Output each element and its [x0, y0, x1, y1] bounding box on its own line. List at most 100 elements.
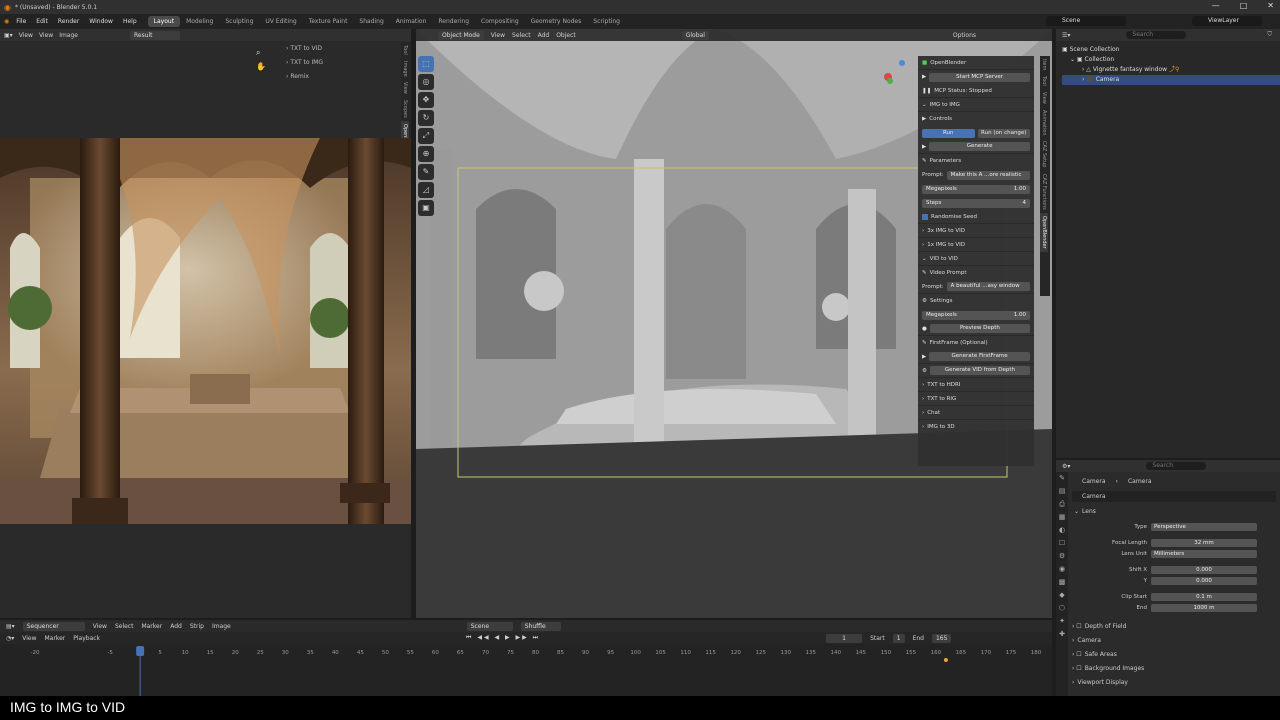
menu-render[interactable]: Render	[53, 18, 84, 25]
vp-menu-select[interactable]: Select	[512, 32, 531, 39]
measure-tool-icon[interactable]: ◿	[418, 182, 434, 198]
tl-menu-playback[interactable]: Playback	[73, 635, 100, 642]
playhead-handle[interactable]	[136, 646, 145, 656]
section-img-to-3d[interactable]: › IMG to 3D	[918, 420, 1034, 434]
seq-menu-image[interactable]: Image	[212, 623, 231, 630]
viewlayer-selector[interactable]: ViewLayer	[1192, 16, 1262, 26]
viewport-options[interactable]: Options	[953, 32, 976, 39]
image-datablock[interactable]: Result	[129, 30, 180, 40]
transform-tool-icon[interactable]: ⊕	[418, 146, 434, 162]
add-cube-tool-icon[interactable]: ▣	[418, 200, 434, 216]
generate-firstframe-button[interactable]: Generate FirstFrame	[929, 352, 1030, 361]
tab-shading[interactable]: Shading	[353, 16, 389, 27]
playback-controls[interactable]: ⏮ ◀◀ ◀ ▶ ▶▶ ⏭	[466, 634, 540, 642]
move-tool-icon[interactable]: ✥	[418, 92, 434, 108]
tab-image[interactable]: Image	[401, 58, 409, 80]
section-1x-img-to-vid[interactable]: › 1x IMG to VID	[918, 238, 1034, 252]
object-mode-dropdown[interactable]: Object Mode	[438, 30, 484, 40]
vid-prompt-field[interactable]: A beautiful ...asy window	[946, 282, 1030, 291]
section-txt-to-hdri[interactable]: › TXT to HDRI	[918, 378, 1034, 392]
menu-help[interactable]: Help	[118, 18, 142, 25]
pan-hand-icon[interactable]: ✋	[256, 62, 266, 71]
seq-scene-selector[interactable]: Scene	[466, 621, 513, 631]
vp-menu-object[interactable]: Object	[556, 32, 576, 39]
side-item-txt-to-vid[interactable]: › TXT to VID	[276, 42, 394, 56]
run-button[interactable]: Run	[922, 128, 975, 138]
timeline-type-icon[interactable]: ◔▾	[6, 635, 14, 642]
tab-compositing[interactable]: Compositing	[475, 16, 525, 27]
filter-icon[interactable]: ⛉	[1267, 31, 1272, 39]
keyframe-marker[interactable]	[943, 658, 948, 662]
menu-edit[interactable]: Edit	[31, 18, 53, 25]
outliner-collection[interactable]: ⌄ ▣ Collection	[1062, 55, 1280, 65]
minimize-button[interactable]: —	[1212, 1, 1220, 10]
clip-start-field[interactable]: 0.1 m	[1151, 592, 1257, 601]
outliner-scene-collection[interactable]: ▣ Scene Collection	[1062, 45, 1280, 55]
randomise-checkbox[interactable]	[922, 213, 928, 220]
seq-menu-add[interactable]: Add	[170, 623, 182, 630]
blender-menu-icon[interactable]: ◉	[4, 18, 9, 25]
image-menu-image[interactable]: Image	[59, 32, 78, 39]
section-txt-to-rig[interactable]: › TXT to RIG	[918, 392, 1034, 406]
section-bg-images[interactable]: › ☐ Background Images	[1072, 663, 1276, 674]
vp-tab-caz-setup[interactable]: CAZ Setup	[1040, 138, 1048, 170]
tl-menu-view[interactable]: View	[22, 635, 36, 642]
lens-section[interactable]: ⌄ Lens	[1072, 506, 1276, 517]
orientation-dropdown[interactable]: Global	[681, 30, 709, 40]
tab-view[interactable]: View	[401, 79, 409, 97]
vp-menu-add[interactable]: Add	[538, 32, 550, 39]
outliner-search[interactable]: Search	[1126, 31, 1187, 39]
timeline-ruler[interactable]: -20-515101520253035404550556065707580859…	[0, 644, 1052, 696]
tab-uv-editing[interactable]: UV Editing	[259, 16, 302, 27]
clip-end-field[interactable]: 1000 m	[1151, 603, 1257, 612]
annotate-tool-icon[interactable]: ✎	[418, 164, 434, 180]
vp-tab-tool[interactable]: Tool	[1040, 73, 1048, 89]
section-img-to-img[interactable]: ⌄ IMG to IMG	[918, 98, 1034, 112]
zoom-icon[interactable]: ⌕	[256, 48, 260, 58]
scene-selector[interactable]: Scene	[1046, 16, 1126, 26]
section-dof[interactable]: › ☐ Depth of Field	[1072, 621, 1276, 632]
menu-window[interactable]: Window	[84, 18, 118, 25]
side-item-txt-to-img[interactable]: › TXT to IMG	[276, 56, 394, 70]
scale-tool-icon[interactable]: ⤢	[418, 128, 434, 144]
tab-texture-paint[interactable]: Texture Paint	[303, 16, 354, 27]
outliner-object-vignette[interactable]: › △ Vignette fantasy window ⤴⚲	[1062, 65, 1280, 75]
section-camera[interactable]: › Camera	[1072, 635, 1276, 646]
tl-menu-marker[interactable]: Marker	[45, 635, 66, 642]
outliner-type-icon[interactable]: ☰▾	[1062, 32, 1070, 39]
end-frame-field[interactable]: 165	[931, 633, 952, 643]
tab-tool[interactable]: Tool	[401, 42, 409, 58]
seq-menu-marker[interactable]: Marker	[141, 623, 162, 630]
steps-slider[interactable]: Steps 4	[922, 198, 1030, 208]
editor-type-icon[interactable]: ▣▾	[4, 32, 13, 39]
generate-vid-depth-button[interactable]: Generate VID from Depth	[929, 366, 1030, 375]
side-item-remix[interactable]: › Remix	[276, 70, 394, 84]
start-mcp-button[interactable]: Start MCP Server	[929, 72, 1030, 82]
seq-menu-select[interactable]: Select	[115, 623, 134, 630]
section-chat[interactable]: › Chat	[918, 406, 1034, 420]
tab-scopes[interactable]: Scopes	[401, 97, 409, 121]
vid-megapixels-slider[interactable]: Megapixels 1.00	[922, 310, 1030, 320]
vp-tab-animation[interactable]: Animation	[1040, 107, 1048, 139]
tab-scripting[interactable]: Scripting	[587, 16, 626, 27]
tab-layout[interactable]: Layout	[147, 16, 181, 27]
rotate-tool-icon[interactable]: ↻	[418, 110, 434, 126]
shuffle-dropdown[interactable]: Shuffle	[520, 621, 561, 631]
tab-geometry-nodes[interactable]: Geometry Nodes	[525, 16, 588, 27]
vp-tab-openblender[interactable]: OpenBlender	[1040, 212, 1048, 252]
section-viewport-display[interactable]: › Viewport Display	[1072, 677, 1276, 688]
section-vid-to-vid[interactable]: ⌄ VID to VID	[918, 252, 1034, 266]
generate-button[interactable]: Generate	[929, 142, 1030, 151]
maximize-button[interactable]: □	[1240, 1, 1248, 10]
megapixels-slider[interactable]: Megapixels 1.00	[922, 184, 1030, 194]
select-tool-icon[interactable]: ⬚	[418, 56, 434, 72]
section-3x-img-to-vid[interactable]: › 3x IMG to VID	[918, 224, 1034, 238]
tab-animation[interactable]: Animation	[390, 16, 433, 27]
focal-field[interactable]: 32 mm	[1151, 538, 1257, 547]
tab-rendering[interactable]: Rendering	[432, 16, 475, 27]
image-menu-view2[interactable]: View	[39, 32, 53, 39]
menu-file[interactable]: File	[11, 18, 31, 25]
vp-menu-view[interactable]: View	[491, 32, 505, 39]
preview-depth-button[interactable]: Preview Depth	[929, 324, 1030, 333]
seq-menu-strip[interactable]: Strip	[190, 623, 204, 630]
